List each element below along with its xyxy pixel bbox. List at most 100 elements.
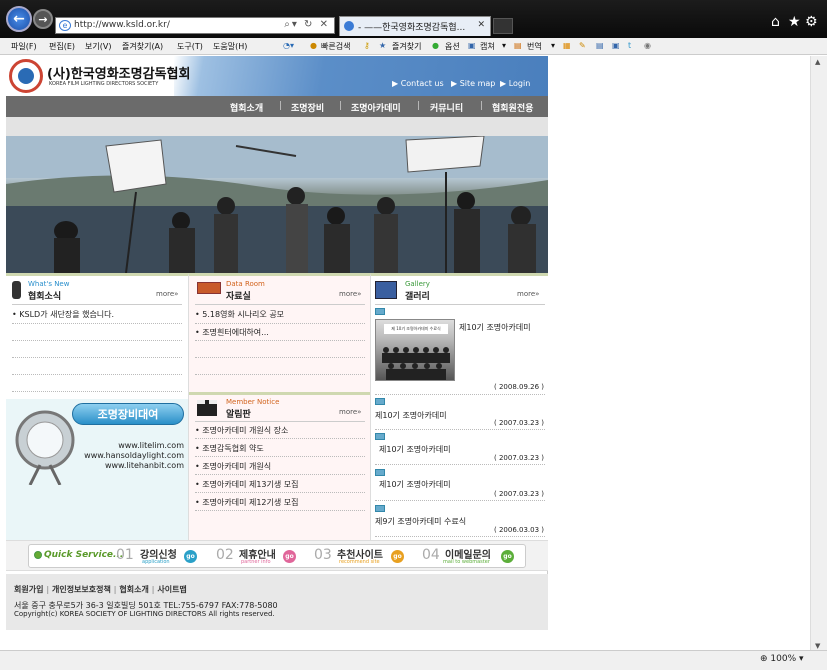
print-icon[interactable]: ▤ xyxy=(596,41,604,50)
address-url[interactable]: http://www.ksld.or.kr/ xyxy=(74,20,170,30)
option-button[interactable]: 옵션 xyxy=(445,41,460,52)
key-icon[interactable]: ⚷ xyxy=(364,41,370,50)
favorites-star-icon[interactable]: ★ xyxy=(788,14,801,30)
toolbar-logo-icon[interactable]: ◔▾ xyxy=(283,41,294,50)
notice-more-link[interactable]: more» xyxy=(339,408,361,416)
nav-separator: | xyxy=(339,101,343,111)
twitter-icon[interactable]: t xyxy=(628,41,631,50)
rental-banner[interactable]: 조명장비대여 www.litelim.com www.hansoldayligh… xyxy=(6,399,188,543)
nav-equipment[interactable]: 조명장비 xyxy=(291,101,324,114)
contact-us-link[interactable]: ▶ Contact us xyxy=(392,79,444,88)
nav-about[interactable]: 협회소개 xyxy=(230,101,263,114)
gallery-item-title[interactable]: 제10기 조명아카데미 xyxy=(379,444,451,455)
go-button[interactable]: go xyxy=(184,550,197,563)
divider xyxy=(12,357,182,358)
header-banner: ▶ Contact us ▶ Site map ▶ Login xyxy=(174,56,548,96)
go-button[interactable]: go xyxy=(501,550,514,563)
gallery-item-title[interactable]: 제9기 조명아카데미 수료식 xyxy=(375,516,466,527)
data-room-item[interactable]: • 5.18영화 시나리오 공모 xyxy=(195,309,284,320)
quick-num: 04 xyxy=(422,547,440,563)
photo-icon xyxy=(375,433,385,440)
browser-tab[interactable]: - ——한국영화조명감독협... ✕ xyxy=(339,16,491,36)
gallery-item-title[interactable]: 제10기 조명아카데미 xyxy=(379,479,451,490)
menu-tools[interactable]: 도구(T) xyxy=(177,41,203,52)
back-button[interactable]: ← xyxy=(6,6,32,32)
go-button[interactable]: go xyxy=(283,550,296,563)
menu-file[interactable]: 파일(F) xyxy=(11,41,37,52)
footer-links: 회원가입 | 개인정보보호정책 | 협회소개 | 사이트맵 xyxy=(14,585,187,594)
divider xyxy=(195,474,365,475)
settings-gear-icon[interactable]: ⚙ xyxy=(805,14,818,30)
data-room-more-link[interactable]: more» xyxy=(339,290,361,298)
menu-view[interactable]: 보기(V) xyxy=(85,41,111,52)
zoom-level[interactable]: ⊕ 100% ▾ xyxy=(760,654,804,664)
home-icon[interactable]: ⌂ xyxy=(771,14,780,30)
quick-service-label: Quick Service... xyxy=(44,550,124,560)
site-map-link[interactable]: ▶ Site map xyxy=(451,79,495,88)
notice-title-en: Member Notice xyxy=(226,398,280,406)
notice-item[interactable]: • 조명아카데미 제13기생 모집 xyxy=(195,479,299,490)
gallery-thumbnail[interactable]: 제 10기 조명아카데미 수료식 xyxy=(375,319,455,381)
translate-button[interactable]: 번역 xyxy=(527,41,542,52)
clapperboard-icon xyxy=(197,400,217,416)
capture-dropdown-icon[interactable]: ▾ xyxy=(502,41,506,50)
brush-icon[interactable]: ✎ xyxy=(579,41,586,50)
browser-titlebar: ← → e http://www.ksld.or.kr/ ⌕▾ ↻ ✕ - ——… xyxy=(0,0,827,38)
nav-academy[interactable]: 조명아카데미 xyxy=(351,101,401,114)
notice-item[interactable]: • 조명아카데미 제12기생 모집 xyxy=(195,497,299,508)
quick-sub: partner info xyxy=(241,559,271,565)
notepad-icon[interactable]: ▦ xyxy=(563,41,571,50)
favorites-button[interactable]: 즐겨찾기 xyxy=(392,41,421,52)
divider xyxy=(375,464,545,465)
gallery-more-link[interactable]: more» xyxy=(517,290,539,298)
divider xyxy=(12,340,182,341)
footer-privacy-link[interactable]: 개인정보보호정책 xyxy=(52,585,111,594)
rental-link-3[interactable]: www.litehanbit.com xyxy=(105,461,184,470)
tab-close-icon[interactable]: ✕ xyxy=(477,20,485,30)
thumbnail-caption: 제 10기 조명아카데미 수료식 xyxy=(384,324,448,334)
save-icon[interactable]: ▣ xyxy=(612,41,620,50)
org-name: (사)한국영화조명감독협회 xyxy=(47,67,191,82)
footer-join-link[interactable]: 회원가입 xyxy=(14,585,43,594)
rental-title[interactable]: 조명장비대여 xyxy=(72,403,184,425)
news-more-link[interactable]: more» xyxy=(156,290,178,298)
capture-button[interactable]: 캡쳐 xyxy=(480,41,495,52)
gallery-featured-date: ( 2008.09.26 ) xyxy=(494,383,544,391)
rental-link-1[interactable]: www.litelim.com xyxy=(118,441,184,450)
news-item[interactable]: • KSLD가 새단장을 했습니다. xyxy=(12,309,114,320)
notice-item[interactable]: • 조명감독협회 약도 xyxy=(195,443,264,454)
menu-edit[interactable]: 편집(E) xyxy=(49,41,75,52)
address-bar[interactable]: e http://www.ksld.or.kr/ ⌕▾ ↻ ✕ xyxy=(55,17,335,34)
menu-help[interactable]: 도움말(H) xyxy=(213,41,247,52)
login-link[interactable]: ▶ Login xyxy=(500,79,530,88)
data-room-item[interactable]: • 조명흰터에대하여... xyxy=(195,327,269,338)
go-button[interactable]: go xyxy=(391,550,404,563)
footer-copyright: Copyright(c) KOREA SOCIETY OF LIGHTING D… xyxy=(14,610,275,618)
footer-sitemap-link[interactable]: 사이트맵 xyxy=(157,585,186,594)
gallery-item-title[interactable]: 제10기 조명아카데미 xyxy=(375,410,447,421)
rental-link-2[interactable]: www.hansoldaylight.com xyxy=(84,451,184,460)
site-logo[interactable]: (사)한국영화조명감독협회 KOREA FILM LIGHTING DIRECT… xyxy=(9,59,190,93)
scroll-down-icon[interactable]: ▼ xyxy=(815,642,820,650)
forward-button[interactable]: → xyxy=(33,9,53,29)
new-tab-button[interactable] xyxy=(493,18,513,34)
photo-icon xyxy=(375,398,385,405)
gallery-featured-title[interactable]: 제10기 조명아카데미 xyxy=(459,322,531,333)
divider xyxy=(375,500,545,501)
divider xyxy=(195,357,365,358)
nav-community[interactable]: 커뮤니티 xyxy=(430,101,463,114)
translate-dropdown-icon[interactable]: ▾ xyxy=(551,41,555,50)
menu-favorites[interactable]: 즐겨찾기(A) xyxy=(122,41,163,52)
quick-search-button[interactable]: 빠른검색 xyxy=(321,41,350,52)
divider xyxy=(375,394,545,395)
status-bar: ⊕ 100% ▾ xyxy=(0,650,827,670)
notice-item[interactable]: • 조명아카데미 개원식 xyxy=(195,461,271,472)
footer-about-link[interactable]: 협회소개 xyxy=(119,585,148,594)
play-icon xyxy=(34,551,42,559)
nav-members[interactable]: 협회원전용 xyxy=(492,101,533,114)
vertical-scrollbar[interactable]: ▲ ▼ xyxy=(810,56,827,650)
scroll-up-icon[interactable]: ▲ xyxy=(815,58,820,66)
settings-icon[interactable]: ◉ xyxy=(644,41,651,50)
notice-item[interactable]: • 조명아카데미 개원식 장소 xyxy=(195,425,288,436)
search-refresh-stop-icon[interactable]: ⌕▾ ↻ ✕ xyxy=(284,19,330,30)
